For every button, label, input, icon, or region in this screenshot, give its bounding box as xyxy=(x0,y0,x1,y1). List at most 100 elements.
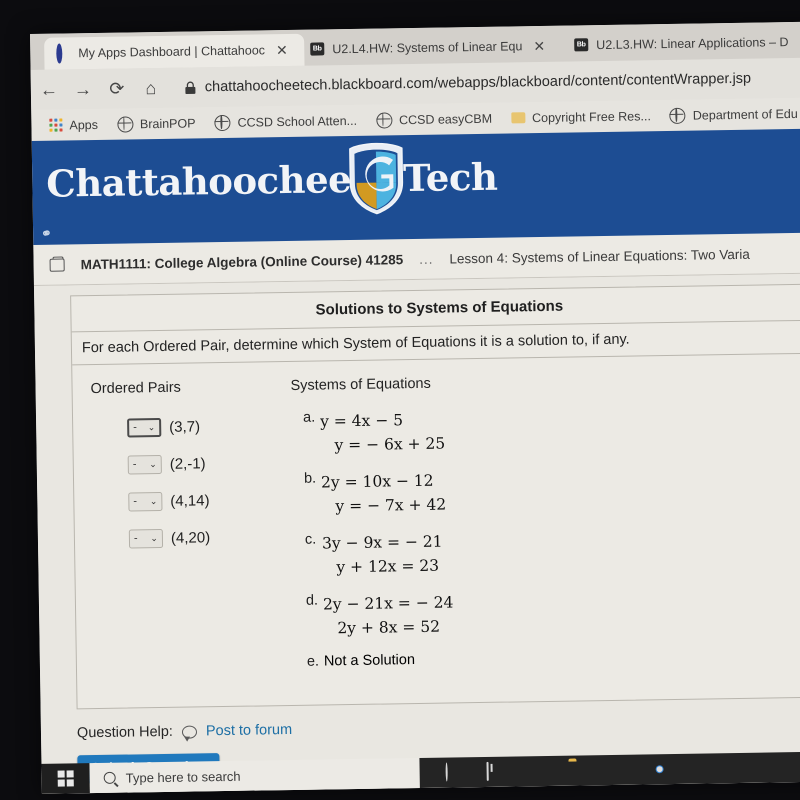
question-card: Solutions to Systems of Equations For ea… xyxy=(70,283,800,710)
question-help-label: Question Help: xyxy=(76,723,174,742)
blackboard-icon: Bb xyxy=(310,41,325,57)
ordered-pair-0-label: (3,7) xyxy=(169,418,201,436)
bookmark-brainpop-label: BrainPOP xyxy=(139,115,196,131)
breadcrumb-ellipsis[interactable]: ... xyxy=(419,251,433,266)
ct-shield-logo xyxy=(344,141,407,216)
office-o-icon xyxy=(56,42,71,64)
system-option-c-line-0: 3y − 9x = − 21 xyxy=(321,532,443,553)
post-to-forum-link[interactable]: Post to forum xyxy=(206,722,292,739)
system-option-b-label: b. xyxy=(303,470,317,487)
browser-tab-0-close-icon[interactable]: ✕ xyxy=(276,42,288,58)
system-option-e-label: e. xyxy=(306,653,320,670)
back-icon[interactable]: ← xyxy=(39,80,59,100)
address-bar[interactable]: chattahoocheetech.blackboard.com/webapps… xyxy=(175,70,800,96)
folder-icon xyxy=(510,112,526,124)
system-option-d-label: d. xyxy=(305,592,319,609)
windows-start-icon[interactable] xyxy=(41,763,90,794)
chrome-icon[interactable] xyxy=(650,760,669,779)
bookmark-ccsd-easycbm-label: CCSD easyCBM xyxy=(398,111,493,127)
chevron-down-icon: ⌄ xyxy=(149,459,157,470)
lock-icon xyxy=(185,81,196,94)
edge-icon[interactable] xyxy=(527,761,546,780)
systems-column: Systems of Equations a. y = 4x − 5 y = −… xyxy=(280,370,800,683)
answer-dropdown-3[interactable]: - ⌄ xyxy=(128,528,164,549)
browser-tab-0-title: My Apps Dashboard | Chattahooc xyxy=(78,43,266,61)
page-content: Solutions to Systems of Equations For ea… xyxy=(33,273,800,794)
system-option-e-line-0: Not a Solution xyxy=(323,652,416,670)
bookmark-apps[interactable]: Apps xyxy=(41,114,106,135)
system-option-d: d. 2y − 21x = − 24 2y + 8x = 52 xyxy=(294,585,800,641)
chevron-down-icon: ⌄ xyxy=(149,496,158,507)
breadcrumb-lesson[interactable]: Lesson 4: Systems of Linear Equations: T… xyxy=(449,246,750,266)
file-explorer-icon[interactable] xyxy=(568,761,587,780)
browser-tab-1[interactable]: Bb U2.L4.HW: Systems of Linear Equ ✕ xyxy=(298,30,570,66)
bookmark-copyright-free-res-label: Copyright Free Res... xyxy=(531,108,651,125)
forward-icon[interactable]: → xyxy=(73,79,93,99)
taskbar-search-input[interactable]: Type here to search xyxy=(89,757,420,794)
answer-dropdown-2-value: - xyxy=(133,495,138,508)
bookmark-brainpop[interactable]: BrainPOP xyxy=(109,112,204,135)
bookmark-ccsd-easycbm[interactable]: CCSD easyCBM xyxy=(368,107,500,131)
photo-of-screen: My Apps Dashboard | Chattahooc ✕ Bb U2.L… xyxy=(0,0,800,800)
ordered-pair-row-1: - ⌄ (2,-1) xyxy=(127,453,282,475)
ordered-pairs-column: Ordered Pairs - ⌄ (3,7) - ⌄ (2,-1) - ⌄ (… xyxy=(82,378,285,686)
store-icon[interactable] xyxy=(609,760,628,779)
ordered-pair-row-2: - ⌄ (4,14) xyxy=(128,490,282,512)
bookmark-department-of-edu[interactable]: Department of Edu xyxy=(662,102,800,126)
bookmark-department-of-edu-label: Department of Edu xyxy=(692,106,798,123)
task-view-icon[interactable] xyxy=(486,761,505,781)
reload-icon[interactable]: ⟳ xyxy=(107,79,127,99)
brand-name-left: Chattahoochee xyxy=(46,156,352,206)
answer-dropdown-0-value: - xyxy=(133,421,137,434)
system-option-b: b. 2y = 10x − 12 y = − 7x + 42 xyxy=(292,463,800,519)
address-bar-url: chattahoocheetech.blackboard.com/webapps… xyxy=(204,70,752,96)
course-icon xyxy=(49,257,65,272)
ordered-pair-row-0: - ⌄ (3,7) xyxy=(127,416,281,438)
question-help-row: Question Help: Post to forum xyxy=(76,714,800,742)
answer-dropdown-2[interactable]: - ⌄ xyxy=(128,491,163,512)
site-banner: Chattahoochee Tech ⚭ xyxy=(31,128,800,245)
ordered-pairs-heading: Ordered Pairs xyxy=(90,379,181,398)
system-option-b-line-0: 2y = 10x − 12 xyxy=(320,471,434,492)
ordered-pair-row-3: - ⌄ (4,20) xyxy=(128,527,283,549)
system-option-a-label: a. xyxy=(302,409,316,426)
chevron-down-icon: ⌄ xyxy=(147,422,156,433)
systems-heading: Systems of Equations xyxy=(290,375,431,394)
ordered-pair-2-label: (4,14) xyxy=(170,492,210,510)
bookmark-ccsd-school-atten-label: CCSD School Atten... xyxy=(237,113,358,130)
system-option-a-line-1: y = − 6x + 25 xyxy=(334,434,446,455)
browser-tab-1-title: U2.L4.HW: Systems of Linear Equ xyxy=(332,39,523,57)
bookmark-apps-label: Apps xyxy=(69,117,99,132)
browser-tab-2[interactable]: Bb U2.L3.HW: Linear Applications – D ✕ xyxy=(562,25,800,61)
browser-tab-2-title: U2.L3.HW: Linear Applications – D xyxy=(596,35,789,53)
bookmark-copyright-free-res[interactable]: Copyright Free Res... xyxy=(503,106,659,128)
bookmark-ccsd-school-atten[interactable]: CCSD School Atten... xyxy=(206,109,365,133)
browser-tab-0[interactable]: My Apps Dashboard | Chattahooc ✕ xyxy=(44,33,305,70)
ordered-pair-1-label: (2,-1) xyxy=(169,455,206,473)
blackboard-icon-label: Bb xyxy=(310,41,325,56)
speech-bubble-icon xyxy=(181,725,198,739)
system-option-c-label: c. xyxy=(304,531,317,548)
globe-icon xyxy=(375,111,393,129)
system-option-c-line-1: y + 12x = 23 xyxy=(336,556,440,577)
system-option-c: c. 3y − 9x = − 21 y + 12x = 23 xyxy=(293,524,800,580)
browser-window: My Apps Dashboard | Chattahooc ✕ Bb U2.L… xyxy=(30,21,800,794)
taskbar-tray xyxy=(419,751,800,788)
apps-grid-icon xyxy=(49,118,63,132)
globe-icon xyxy=(116,115,134,133)
home-icon[interactable]: ⌂ xyxy=(141,78,161,98)
chevron-down-icon: ⌄ xyxy=(150,533,159,544)
blackboard-icon: Bb xyxy=(574,37,589,53)
system-option-d-line-0: 2y − 21x = − 24 xyxy=(322,593,454,614)
answer-dropdown-1[interactable]: - ⌄ xyxy=(127,454,162,475)
ordered-pair-3-label: (4,20) xyxy=(170,529,211,547)
breadcrumb-course[interactable]: MATH1111: College Algebra (Online Course… xyxy=(81,252,404,272)
system-option-b-line-1: y = − 7x + 42 xyxy=(335,495,447,516)
answer-dropdown-0[interactable]: - ⌄ xyxy=(127,417,162,438)
browser-tab-1-close-icon[interactable]: ✕ xyxy=(533,38,545,54)
blackboard-icon-label: Bb xyxy=(574,37,589,51)
answer-dropdown-1-value: - xyxy=(132,458,137,471)
cortana-icon[interactable] xyxy=(445,762,465,782)
system-option-a: a. y = 4x − 5 y = − 6x + 25 xyxy=(291,402,800,458)
globe-icon xyxy=(669,107,686,124)
